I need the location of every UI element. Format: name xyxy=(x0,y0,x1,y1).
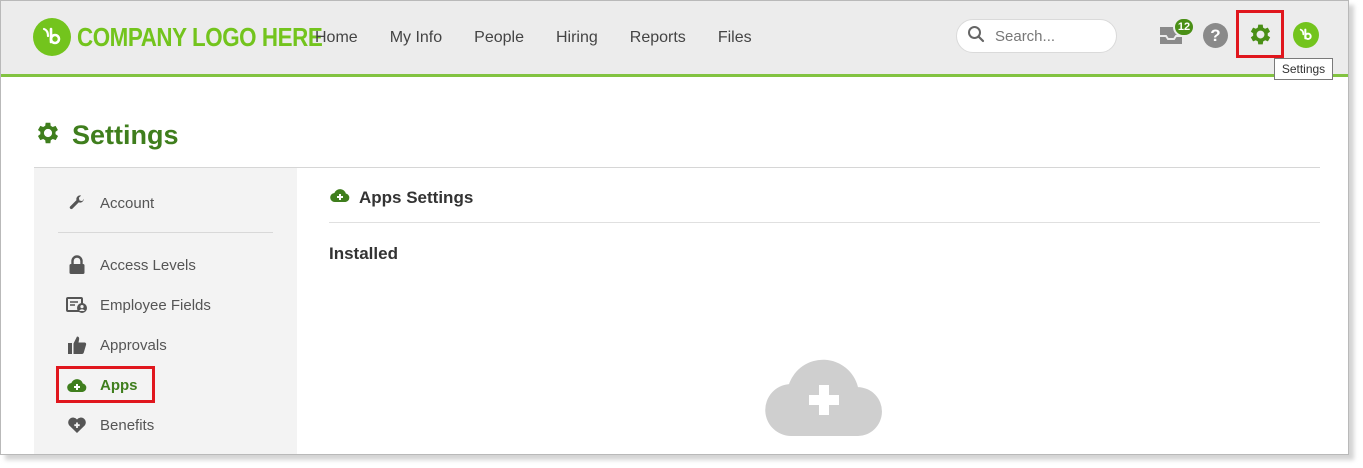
heart-plus-icon xyxy=(66,414,88,436)
app-window: COMPANY LOGO HERE Home My Info People Hi… xyxy=(0,0,1349,455)
settings-highlight-box xyxy=(1236,10,1284,58)
logo-text: COMPANY LOGO HERE xyxy=(77,21,323,52)
company-logo[interactable]: COMPANY LOGO HERE xyxy=(33,18,362,56)
nav-hiring[interactable]: Hiring xyxy=(556,29,598,47)
apps-highlight-box xyxy=(56,366,155,403)
sidebar-item-account[interactable]: Account xyxy=(66,192,154,214)
section-title: Apps Settings xyxy=(359,187,474,207)
settings-title-icon xyxy=(34,119,62,152)
sidebar-item-access-levels[interactable]: Access Levels xyxy=(66,254,196,276)
id-card-icon xyxy=(66,294,88,316)
sidebar-item-approvals[interactable]: Approvals xyxy=(66,334,167,356)
avatar[interactable] xyxy=(1293,22,1319,48)
installed-heading: Installed xyxy=(329,244,398,263)
section-header: Apps Settings xyxy=(329,186,473,209)
page-header: Settings xyxy=(34,119,179,152)
sidebar-item-benefits[interactable]: Benefits xyxy=(66,414,154,436)
settings-tooltip: Settings xyxy=(1274,58,1333,80)
search-box[interactable] xyxy=(956,19,1117,53)
nav-people[interactable]: People xyxy=(474,29,524,47)
settings-sidebar: Account Access Levels Employee Fields Ap… xyxy=(34,168,297,454)
top-bar: COMPANY LOGO HERE Home My Info People Hi… xyxy=(1,1,1348,77)
nav-files[interactable]: Files xyxy=(718,29,752,47)
sidebar-item-employee-fields[interactable]: Employee Fields xyxy=(66,294,211,316)
help-icon[interactable]: ? xyxy=(1203,23,1228,48)
nav-home[interactable]: Home xyxy=(315,29,358,47)
logo-icon xyxy=(33,18,71,56)
empty-state-cloud-plus-icon xyxy=(763,344,885,441)
sidebar-divider xyxy=(58,232,273,233)
cloud-plus-icon xyxy=(329,186,351,209)
search-icon xyxy=(967,25,985,48)
nav-my-info[interactable]: My Info xyxy=(390,29,442,47)
nav-reports[interactable]: Reports xyxy=(630,29,686,47)
section-divider xyxy=(329,222,1320,223)
main-nav: Home My Info People Hiring Reports Files xyxy=(315,1,784,74)
inbox-count-badge: 12 xyxy=(1173,17,1195,37)
wrench-icon xyxy=(66,192,88,214)
thumbs-up-icon xyxy=(66,334,88,356)
search-input[interactable] xyxy=(995,27,1105,45)
page-title: Settings xyxy=(72,120,179,150)
lock-icon xyxy=(66,254,88,276)
